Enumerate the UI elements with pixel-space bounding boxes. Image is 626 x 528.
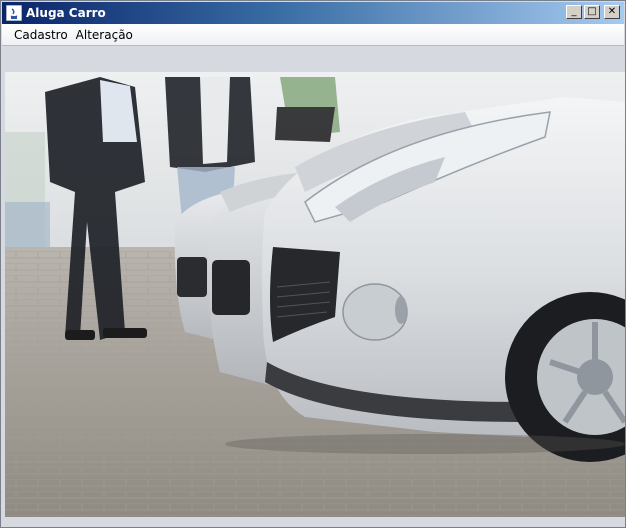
title-bar[interactable]: Aluga Carro _ □ ✕: [2, 2, 624, 24]
main-window: Aluga Carro _ □ ✕ Cadastro Alteração: [0, 0, 626, 528]
window-controls: _ □ ✕: [566, 5, 620, 19]
menu-alteracao[interactable]: Alteração: [72, 28, 137, 42]
java-app-icon: [5, 4, 23, 22]
maximize-button[interactable]: □: [584, 5, 600, 19]
close-icon: ✕: [607, 6, 617, 17]
minimize-icon: _: [571, 6, 577, 17]
menu-cadastro[interactable]: Cadastro: [10, 28, 72, 42]
car-lineup-image: [5, 72, 625, 517]
menu-bar: Cadastro Alteração: [2, 24, 624, 46]
close-button[interactable]: ✕: [604, 5, 620, 19]
content-area: [2, 47, 625, 527]
minimize-button[interactable]: _: [566, 5, 582, 19]
window-title: Aluga Carro: [26, 6, 106, 20]
maximize-icon: □: [587, 6, 597, 17]
